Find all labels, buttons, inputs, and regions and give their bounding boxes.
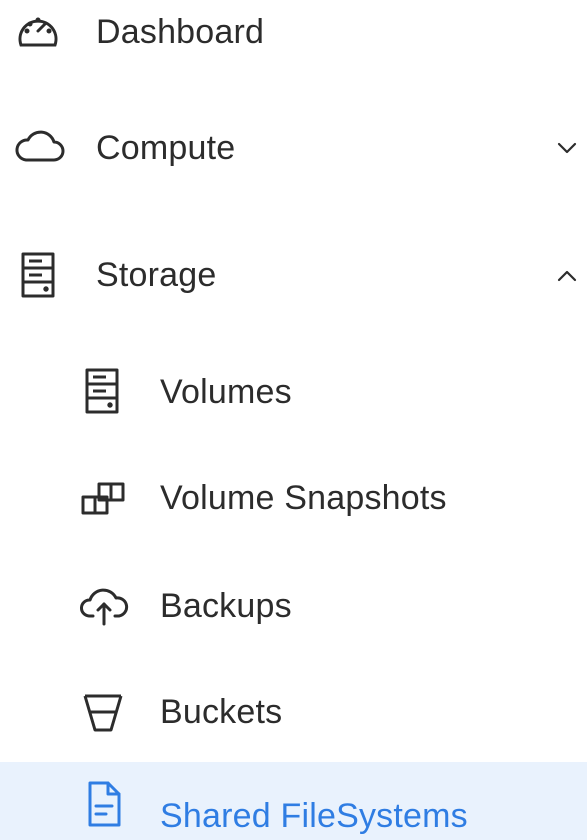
chevron-up-icon[interactable] — [555, 264, 579, 288]
volume-server-icon — [82, 366, 122, 416]
sidebar-item-label: Shared FileSystems — [160, 797, 468, 835]
sidebar-item-storage[interactable]: Storage — [0, 246, 587, 304]
sidebar-item-backups[interactable]: Backups — [0, 578, 587, 634]
cloud-upload-icon — [78, 584, 130, 628]
sidebar-item-label: Backups — [160, 587, 292, 625]
sidebar-item-label: Volumes — [160, 373, 292, 411]
sidebar-item-label: Buckets — [160, 693, 283, 731]
sidebar-item-shared-filesystems[interactable]: Shared FileSystems — [0, 762, 587, 840]
sidebar-item-label: Storage — [96, 256, 217, 294]
sidebar-item-label: Dashboard — [96, 13, 265, 51]
sidebar-nav: Dashboard Compute Storage Volumes Volume… — [0, 0, 587, 840]
sidebar-item-compute[interactable]: Compute — [0, 120, 587, 174]
sidebar-item-buckets[interactable]: Buckets — [0, 684, 587, 740]
chevron-down-icon[interactable] — [555, 136, 579, 160]
sidebar-item-label: Volume Snapshots — [160, 479, 447, 517]
dashboard-gauge-icon — [14, 10, 62, 52]
sidebar-item-label: Compute — [96, 129, 236, 167]
cloud-icon — [14, 126, 66, 166]
file-icon — [84, 778, 124, 830]
snapshot-blocks-icon — [78, 478, 128, 518]
bucket-icon — [80, 688, 126, 736]
sidebar-item-dashboard[interactable]: Dashboard — [0, 4, 587, 56]
storage-server-icon — [18, 250, 58, 300]
sidebar-item-volume-snapshots[interactable]: Volume Snapshots — [0, 470, 587, 526]
sidebar-item-volumes[interactable]: Volumes — [0, 364, 587, 420]
